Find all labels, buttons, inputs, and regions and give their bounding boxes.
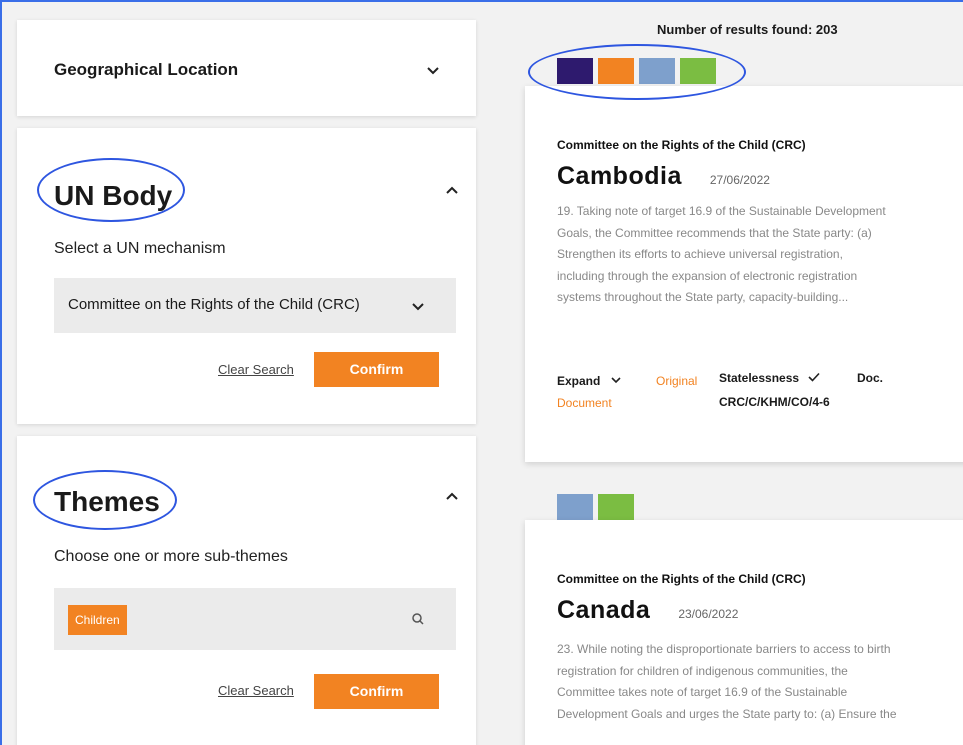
result-card[interactable]: Committee on the Rights of the Child (CR… bbox=[525, 86, 963, 462]
excerpt-line: 19. Taking note of target 16.9 of the Su… bbox=[557, 204, 886, 218]
result-excerpt: 19. Taking note of target 16.9 of the Su… bbox=[557, 201, 947, 309]
excerpt-line: including through the expansion of elect… bbox=[557, 268, 858, 283]
expand-label: Expand bbox=[557, 374, 601, 388]
un-mechanism-selected-value: Committee on the Rights of the Child (CR… bbox=[68, 296, 360, 313]
theme-color-swatch bbox=[598, 58, 634, 84]
result-card-body: Committee on the Rights of the Child (CR… bbox=[557, 138, 947, 309]
un-mechanism-label: Select a UN mechanism bbox=[54, 240, 226, 257]
theme-color-swatch bbox=[557, 58, 593, 84]
expand-toggle[interactable]: Expand bbox=[557, 374, 622, 389]
theme-color-swatch bbox=[639, 58, 675, 84]
chevron-up-icon[interactable] bbox=[444, 183, 460, 199]
excerpt-line: 23. While noting the disproportionate ba… bbox=[557, 642, 891, 656]
chevron-down-icon bbox=[410, 298, 426, 314]
theme-color-swatch bbox=[680, 58, 716, 84]
excerpt-line: Strengthen its efforts to achieve univer… bbox=[557, 247, 843, 261]
excerpt-line: systems throughout the State party, capa… bbox=[557, 290, 849, 304]
result-date: 23/06/2022 bbox=[678, 607, 739, 621]
chevron-down-icon[interactable] bbox=[425, 62, 441, 78]
original-document-link-line2[interactable]: Document bbox=[557, 396, 612, 410]
excerpt-line: registration for children of indigenous … bbox=[557, 663, 848, 678]
theme-color-swatch bbox=[557, 494, 593, 520]
result-card-body: Committee on the Rights of the Child (CR… bbox=[557, 572, 947, 725]
result-title-row: Canada 23/06/2022 bbox=[557, 596, 947, 625]
sub-theme-tag[interactable]: Children bbox=[68, 605, 127, 635]
result-country[interactable]: Canada bbox=[557, 596, 650, 625]
themes-clear-search-link[interactable]: Clear Search bbox=[218, 683, 294, 698]
excerpt-line: Committee takes note of target 16.9 of t… bbox=[557, 685, 848, 699]
search-icon[interactable] bbox=[411, 612, 427, 628]
sub-themes-label: Choose one or more sub-themes bbox=[54, 548, 288, 565]
excerpt-line: Goals, the Committee recommends that the… bbox=[557, 225, 872, 240]
original-document-link-line1[interactable]: Original bbox=[656, 374, 697, 388]
result-title-row: Cambodia 27/06/2022 bbox=[557, 162, 947, 191]
result-committee: Committee on the Rights of the Child (CR… bbox=[557, 138, 806, 152]
chevron-down-icon bbox=[610, 374, 622, 389]
doc-code: CRC/C/KHM/CO/4-6 bbox=[719, 395, 830, 409]
geographical-location-panel[interactable]: Geographical Location bbox=[17, 20, 476, 116]
themes-panel: Themes Choose one or more sub-themes Chi… bbox=[17, 436, 476, 745]
check-icon bbox=[807, 371, 821, 386]
theme-label: Statelessness bbox=[719, 371, 800, 385]
result-card[interactable]: Committee on the Rights of the Child (CR… bbox=[525, 520, 963, 745]
un-body-confirm-button[interactable]: Confirm bbox=[314, 352, 439, 387]
results-count: Number of results found: 203 bbox=[657, 22, 838, 37]
theme-color-swatch bbox=[598, 494, 634, 520]
un-body-clear-search-link[interactable]: Clear Search bbox=[218, 362, 294, 377]
theme-statelessness: Statelessness bbox=[719, 371, 821, 386]
excerpt-line: Development Goals and urges the State pa… bbox=[557, 706, 897, 721]
sub-themes-search-input[interactable]: Children bbox=[54, 588, 456, 650]
themes-confirm-button[interactable]: Confirm bbox=[314, 674, 439, 709]
result-excerpt: 23. While noting the disproportionate ba… bbox=[557, 639, 947, 725]
un-body-panel: UN Body Select a UN mechanism Committee … bbox=[17, 128, 476, 424]
themes-title: Themes bbox=[54, 486, 160, 517]
geographical-location-title: Geographical Location bbox=[54, 60, 239, 79]
un-mechanism-select[interactable]: Committee on the Rights of the Child (CR… bbox=[54, 278, 456, 333]
chevron-up-icon[interactable] bbox=[444, 489, 460, 505]
result-date: 27/06/2022 bbox=[709, 173, 770, 187]
result-country[interactable]: Cambodia bbox=[557, 162, 682, 191]
doc-label: Doc. bbox=[857, 371, 884, 385]
un-body-title: UN Body bbox=[54, 180, 173, 211]
result-committee: Committee on the Rights of the Child (CR… bbox=[557, 572, 806, 586]
